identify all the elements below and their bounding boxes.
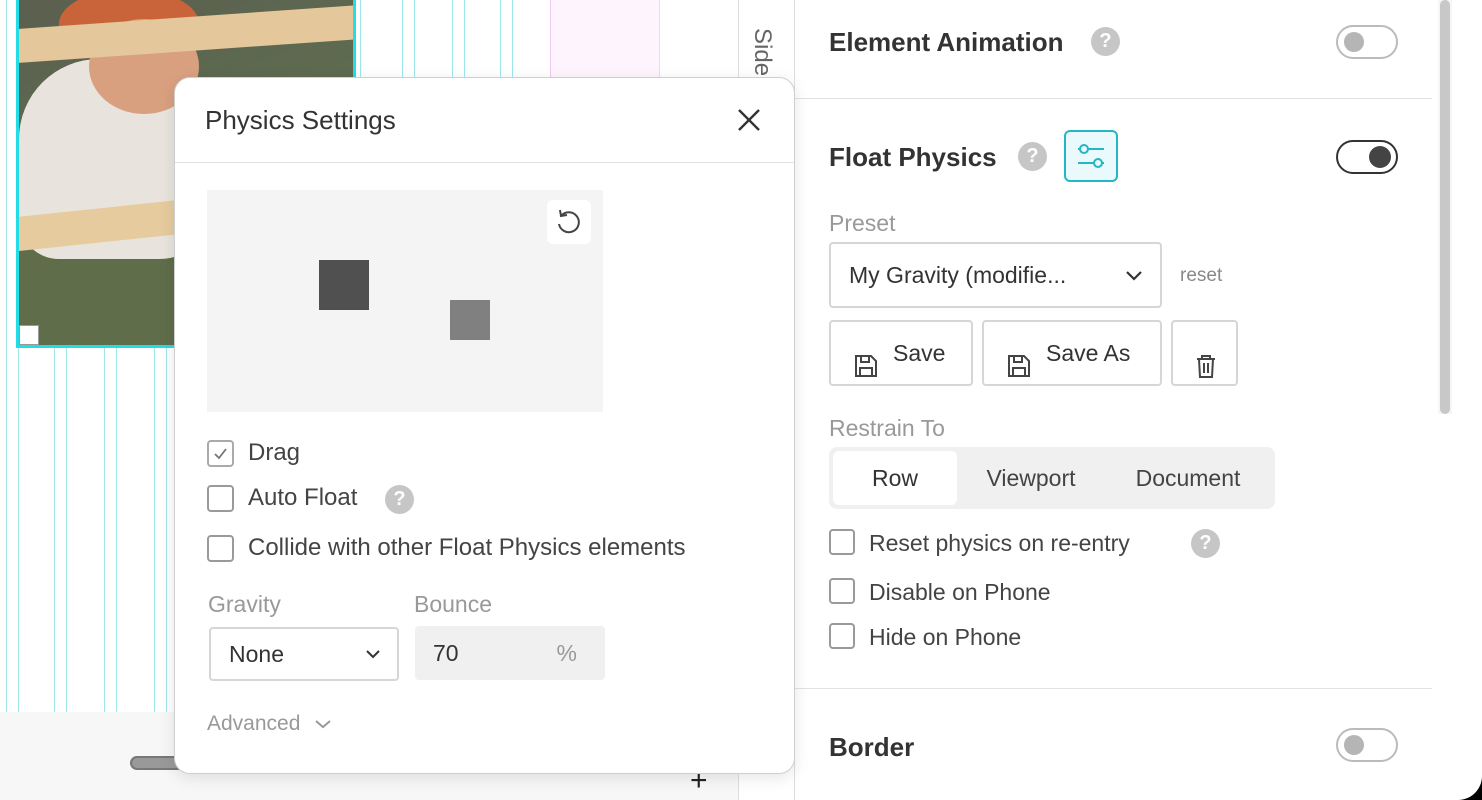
help-icon[interactable]: ? (385, 485, 414, 514)
help-icon[interactable]: ? (1018, 142, 1047, 171)
sliders-icon (1078, 144, 1104, 168)
settings-panel: Element Animation ? Float Physics ? Pres… (795, 0, 1435, 800)
gravity-label: Gravity (208, 591, 281, 617)
chevron-down-icon (363, 629, 383, 696)
chevron-down-icon (315, 720, 331, 729)
collide-label: Collide with other Float Physics element… (248, 534, 686, 561)
dialog-title: Physics Settings (205, 105, 396, 135)
bounce-unit: % (556, 640, 577, 666)
help-icon[interactable]: ? (1091, 27, 1120, 56)
close-icon[interactable] (735, 106, 763, 134)
float-physics-section: Float Physics ? Preset My Gravity (modif… (795, 99, 1432, 689)
save-as-label: Save As (1046, 340, 1131, 366)
restrain-option-row[interactable]: Row (833, 451, 957, 505)
element-animation-section: Element Animation ? (795, 0, 1432, 99)
border-title: Border (829, 732, 915, 762)
restrain-to-label: Restrain To (829, 415, 945, 441)
delete-preset-button[interactable] (1171, 320, 1238, 386)
preset-select[interactable]: My Gravity (modifie... (829, 242, 1162, 308)
hide-on-phone-checkbox[interactable] (829, 623, 855, 649)
panel-scrollbar[interactable] (1438, 0, 1452, 414)
physics-preview[interactable] (207, 190, 603, 412)
reset-physics-label: Reset physics on re-entry (869, 530, 1130, 556)
sidebar-tab-label[interactable]: Side (748, 28, 776, 76)
chevron-down-icon (1122, 244, 1146, 306)
drag-label: Drag (248, 439, 301, 466)
disable-on-phone-checkbox[interactable] (829, 578, 855, 604)
dialog-header: Physics Settings (175, 78, 794, 163)
disable-on-phone-label: Disable on Phone (869, 579, 1051, 605)
save-label: Save (893, 340, 946, 366)
resize-handle[interactable] (19, 325, 39, 345)
advanced-toggle[interactable]: Advanced (207, 712, 334, 736)
element-animation-title: Element Animation (829, 27, 1064, 57)
float-physics-title: Float Physics (829, 142, 997, 172)
gravity-value: None (229, 641, 284, 667)
floppy-disk-icon (1006, 340, 1032, 402)
drag-checkbox[interactable] (207, 440, 234, 467)
bounce-value: 70 (433, 640, 459, 666)
help-icon[interactable]: ? (1191, 529, 1220, 558)
preset-label: Preset (829, 210, 896, 236)
reset-physics-checkbox[interactable] (829, 529, 855, 555)
save-button[interactable]: Save (829, 320, 973, 386)
border-section: Border (795, 689, 1432, 800)
trash-icon (1193, 340, 1219, 402)
checkmark-icon (214, 448, 227, 460)
bounce-input[interactable]: 70 % (415, 626, 605, 680)
app-window: + Side Element Animation ? Float Physics… (0, 0, 1482, 800)
hide-on-phone-label: Hide on Phone (869, 624, 1022, 650)
collide-checkbox[interactable] (207, 535, 234, 562)
floppy-disk-icon (853, 340, 879, 402)
preset-value: My Gravity (modifie... (849, 262, 1067, 288)
preset-reset-link[interactable]: reset (1180, 265, 1222, 287)
preview-block-dark (319, 260, 369, 310)
physics-settings-button[interactable] (1064, 130, 1118, 182)
restrain-option-viewport[interactable]: Viewport (965, 451, 1097, 505)
advanced-label: Advanced (207, 712, 301, 735)
restrain-to-segmented-control: Row Viewport Document (829, 447, 1275, 509)
auto-float-checkbox[interactable] (207, 485, 234, 512)
preview-block-light (450, 300, 490, 340)
restrain-option-document[interactable]: Document (1113, 451, 1263, 505)
gravity-select[interactable]: None (209, 627, 399, 681)
physics-settings-dialog: Physics Settings Drag Auto Float ? Colli… (174, 77, 795, 774)
element-animation-toggle[interactable] (1336, 25, 1398, 59)
float-physics-toggle[interactable] (1336, 140, 1398, 174)
rotate-ccw-icon (558, 209, 580, 234)
reset-preview-button[interactable] (547, 200, 591, 244)
save-as-button[interactable]: Save As (982, 320, 1162, 386)
border-toggle[interactable] (1336, 728, 1398, 762)
auto-float-label: Auto Float (248, 484, 358, 511)
bounce-label: Bounce (414, 591, 493, 617)
